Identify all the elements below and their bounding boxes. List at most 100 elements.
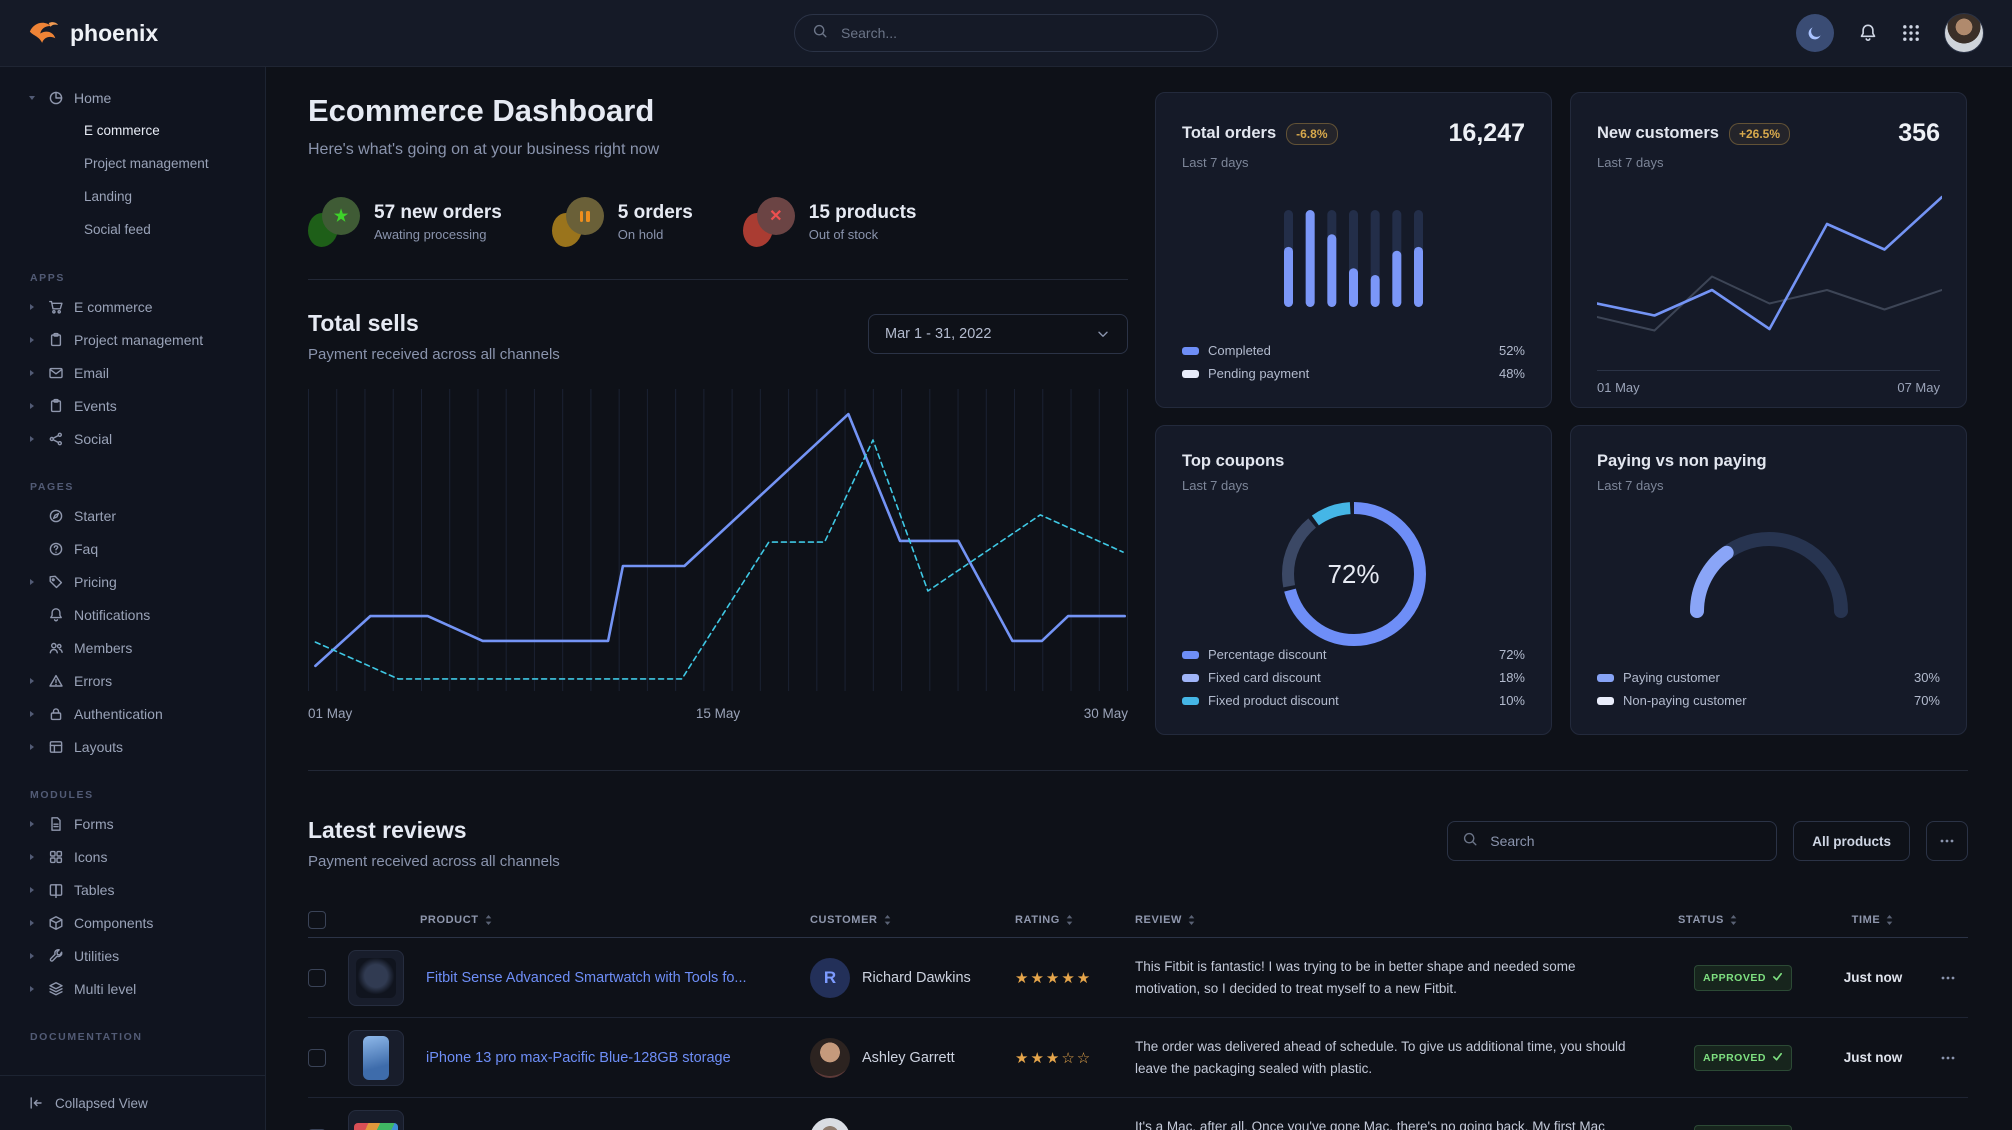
stat-value: 57 new orders [374, 202, 502, 224]
row-checkbox[interactable] [308, 1049, 326, 1067]
theme-toggle-button[interactable] [1796, 14, 1834, 52]
sidebar-item-project-management[interactable]: Project management [0, 147, 265, 180]
legend-item: Completed52% [1182, 339, 1525, 362]
trend-badge: +26.5% [1729, 123, 1790, 145]
sort-icon [1885, 914, 1894, 926]
customer-avatar [810, 1118, 850, 1130]
row-actions-button[interactable] [1928, 976, 1968, 980]
sidebar-item-label: Members [74, 640, 132, 656]
sidebar-item-label: Notifications [74, 607, 150, 623]
brand[interactable]: phoenix [28, 20, 158, 47]
x-tick-label: 01 May [308, 706, 352, 721]
reviews-search-input[interactable] [1488, 832, 1762, 850]
layers-icon [48, 981, 64, 997]
column-header-customer[interactable]: CUSTOMER [810, 914, 1015, 926]
legend-swatch [1182, 347, 1199, 355]
sidebar-item-label: Icons [74, 849, 107, 865]
notifications-bell-icon[interactable] [1858, 23, 1878, 43]
lock-icon [48, 706, 64, 722]
sidebar-item-social-feed[interactable]: Social feed [0, 213, 265, 246]
wrench-icon [48, 948, 64, 964]
clipboard-icon [48, 332, 64, 348]
caret-r-icon [28, 303, 38, 311]
x-label-right: 07 May [1897, 380, 1940, 395]
sidebar-item-faq[interactable]: Faq [0, 532, 265, 565]
user-avatar[interactable] [1944, 13, 1984, 53]
page-subtitle: Here's what's going on at your business … [308, 141, 1128, 159]
sidebar-item-components[interactable]: Components [0, 906, 265, 939]
select-all-checkbox[interactable] [308, 911, 326, 929]
caret-r-icon [28, 886, 38, 894]
sidebar-item-errors[interactable]: Errors [0, 664, 265, 697]
apps-grid-icon[interactable] [1902, 24, 1920, 42]
sidebar-item-label: Home [74, 90, 111, 106]
card-period: Last 7 days [1182, 155, 1525, 170]
sidebar-item-layouts[interactable]: Layouts [0, 730, 265, 763]
sidebar-item-project-management[interactable]: Project management [0, 323, 265, 356]
reviews-table-header: PRODUCTCUSTOMERRATINGREVIEWSTATUSTIME [308, 902, 1968, 938]
global-search[interactable] [794, 14, 1218, 52]
all-products-button[interactable]: All products [1793, 821, 1910, 861]
legend-item: Pending payment48% [1182, 362, 1525, 385]
paying-legend: Paying customer30%Non-paying customer70% [1597, 666, 1940, 712]
columns-icon [48, 882, 64, 898]
collapsed-view-toggle[interactable]: Collapsed View [0, 1075, 265, 1130]
product-image-watch [356, 958, 396, 998]
sidebar-item-forms[interactable]: Forms [0, 807, 265, 840]
sidebar-item-label: Multi level [74, 981, 136, 997]
box-icon [48, 915, 64, 931]
reviews-more-button[interactable] [1926, 821, 1968, 861]
navbar-actions [1796, 13, 1984, 53]
sidebar-item-label: Events [74, 398, 117, 414]
sidebar-item-tables[interactable]: Tables [0, 873, 265, 906]
row-checkbox[interactable] [308, 969, 326, 987]
sidebar-item-multi-level[interactable]: Multi level [0, 972, 265, 1005]
sidebar-item-home[interactable]: Home [0, 81, 265, 114]
column-header-time[interactable]: TIME [1818, 914, 1928, 926]
card-value: 356 [1898, 119, 1940, 148]
sidebar-item-members[interactable]: Members [0, 631, 265, 664]
global-search-input[interactable] [839, 24, 1200, 42]
column-header-status[interactable]: STATUS [1678, 914, 1818, 926]
top-navbar: phoenix [0, 0, 2012, 67]
sidebar-item-landing[interactable]: Landing [0, 180, 265, 213]
product-image [348, 950, 404, 1006]
reviews-search[interactable] [1447, 821, 1777, 861]
legend-value: 70% [1914, 693, 1940, 708]
row-actions-button[interactable] [1928, 1056, 1968, 1060]
sidebar-item-starter[interactable]: Starter [0, 499, 265, 532]
sidebar: HomeE commerceProject managementLandingS… [0, 67, 266, 1130]
column-header-product[interactable]: PRODUCT [420, 914, 810, 926]
trend-badge: -6.8% [1286, 123, 1337, 145]
phoenix-logo-icon [28, 20, 60, 47]
sidebar-item-e-commerce[interactable]: E commerce [0, 114, 265, 147]
column-header-rating[interactable]: RATING [1015, 914, 1135, 926]
caret-r-icon [28, 985, 38, 993]
stats-row: ★57 new ordersAwating processing5 orders… [308, 197, 1128, 247]
sidebar-item-e-commerce[interactable]: E commerce [0, 290, 265, 323]
column-header-review[interactable]: REVIEW [1135, 914, 1678, 926]
users-icon [48, 640, 64, 656]
caret-r-icon [28, 435, 38, 443]
product-link[interactable]: iPhone 13 pro max-Pacific Blue-128GB sto… [420, 1050, 810, 1066]
sidebar-item-label: Forms [74, 816, 114, 832]
sidebar-item-notifications[interactable]: Notifications [0, 598, 265, 631]
legend-label: Percentage discount [1208, 647, 1327, 662]
sidebar-item-pricing[interactable]: Pricing [0, 565, 265, 598]
sidebar-item-authentication[interactable]: Authentication [0, 697, 265, 730]
product-link[interactable]: Fitbit Sense Advanced Smartwatch with To… [420, 970, 810, 986]
sidebar-item-events[interactable]: Events [0, 389, 265, 422]
total-orders-card: Total orders -6.8% 16,247 Last 7 days Co… [1155, 92, 1552, 408]
sidebar-item-email[interactable]: Email [0, 356, 265, 389]
reviews-table-body: Fitbit Sense Advanced Smartwatch with To… [308, 938, 1968, 1130]
share-icon [48, 431, 64, 447]
sidebar-item-social[interactable]: Social [0, 422, 265, 455]
review-text: This Fitbit is fantastic! I was trying t… [1135, 956, 1678, 999]
check-icon [1772, 971, 1783, 985]
date-range-select[interactable]: Mar 1 - 31, 2022 [868, 314, 1128, 354]
total-sells-svg [308, 389, 1128, 691]
sidebar-item-utilities[interactable]: Utilities [0, 939, 265, 972]
table-row: It's a Mac, after all. Once you've gone … [308, 1098, 1968, 1130]
customer-name: Richard Dawkins [862, 970, 971, 986]
sidebar-item-icons[interactable]: Icons [0, 840, 265, 873]
